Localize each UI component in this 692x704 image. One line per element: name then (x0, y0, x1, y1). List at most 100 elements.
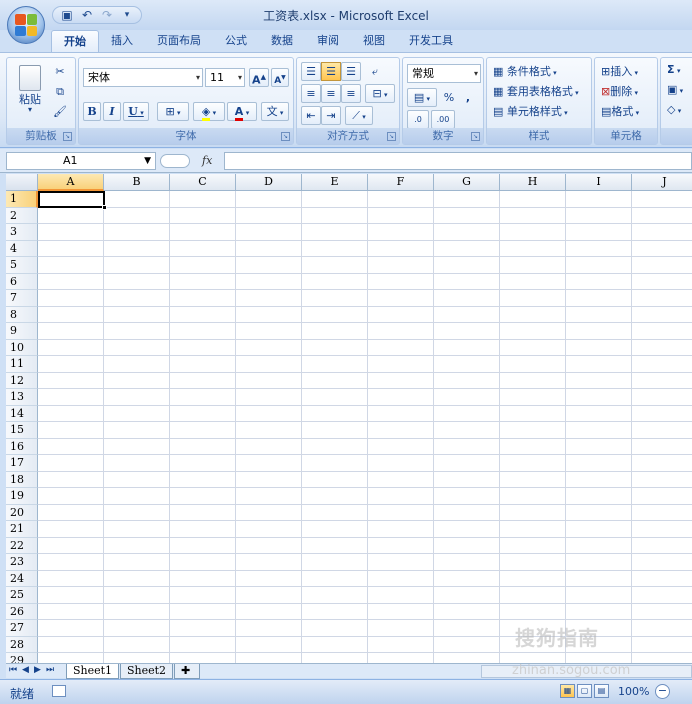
office-button[interactable] (7, 6, 45, 44)
row-header-29[interactable]: 29 (6, 653, 38, 663)
font-color-button[interactable]: A ▾ (227, 102, 257, 121)
dialog-launcher-icon[interactable]: ↘ (281, 132, 290, 141)
column-header-i[interactable]: I (566, 174, 632, 191)
cut-icon[interactable]: ✂ (51, 62, 69, 81)
row-header-8[interactable]: 8 (6, 306, 38, 323)
row-header-23[interactable]: 23 (6, 554, 38, 571)
bold-button[interactable]: B (83, 102, 101, 121)
row-header-1[interactable]: 1 (6, 191, 38, 208)
column-header-f[interactable]: F (368, 174, 434, 191)
row-header-19[interactable]: 19 (6, 488, 38, 505)
column-header-d[interactable]: D (236, 174, 302, 191)
format-painter-icon[interactable]: 🖌 (51, 102, 69, 121)
formula-bar-handle[interactable] (160, 154, 190, 168)
row-header-22[interactable]: 22 (6, 537, 38, 554)
horizontal-scrollbar[interactable]: zhinan.sogou.com (481, 663, 692, 678)
increase-decimal-button[interactable]: .0 (407, 110, 429, 129)
column-header-j[interactable]: J (632, 174, 692, 191)
zoom-out-icon[interactable]: − (655, 684, 670, 699)
redo-icon[interactable]: ↷ (99, 8, 115, 22)
conditional-format-button[interactable]: ▦ 条件格式 ▾ (493, 63, 557, 79)
column-header-e[interactable]: E (302, 174, 368, 191)
orientation-icon[interactable]: ⟋ ▾ (345, 106, 373, 125)
macro-record-icon[interactable] (52, 685, 66, 697)
delete-cells-button[interactable]: ⊠删除 ▾ (601, 83, 638, 99)
row-header-15[interactable]: 15 (6, 422, 38, 439)
decrease-indent-icon[interactable]: ⇤ (301, 106, 321, 125)
borders-button[interactable]: ⊞ ▾ (157, 102, 189, 121)
column-header-g[interactable]: G (434, 174, 500, 191)
font-name-combo[interactable]: 宋体 ▾ (83, 68, 203, 87)
first-sheet-icon[interactable]: ⏮ (9, 665, 17, 675)
row-header-25[interactable]: 25 (6, 587, 38, 604)
row-header-17[interactable]: 17 (6, 455, 38, 472)
row-header-13[interactable]: 13 (6, 389, 38, 406)
number-format-combo[interactable]: 常规 ▾ (407, 64, 481, 83)
increase-indent-icon[interactable]: ⇥ (321, 106, 341, 125)
shrink-font-button[interactable]: A▼ (271, 68, 289, 87)
select-all-corner[interactable] (6, 174, 38, 191)
sheet-tab-sheet2[interactable]: Sheet2 (120, 664, 174, 679)
tab-data[interactable]: 数据 (259, 30, 305, 52)
align-right-icon[interactable]: ≡ (341, 84, 361, 103)
column-header-a[interactable]: A (38, 174, 104, 191)
page-layout-view-icon[interactable]: ▢ (577, 684, 592, 698)
row-header-26[interactable]: 26 (6, 603, 38, 620)
column-header-c[interactable]: C (170, 174, 236, 191)
next-sheet-icon[interactable]: ▶ (34, 665, 41, 675)
row-header-7[interactable]: 7 (6, 290, 38, 307)
row-header-6[interactable]: 6 (6, 273, 38, 290)
undo-icon[interactable]: ↶ (79, 8, 95, 22)
dialog-launcher-icon[interactable]: ↘ (63, 132, 72, 141)
prev-sheet-icon[interactable]: ◀ (22, 665, 29, 675)
sheet-tab-sheet1[interactable]: Sheet1 (66, 664, 120, 679)
format-cells-button[interactable]: ▤格式 ▾ (601, 103, 639, 119)
insert-cells-button[interactable]: ⊞插入 ▾ (601, 63, 638, 79)
align-bottom-icon[interactable]: ☰ (341, 62, 361, 81)
tab-developer[interactable]: 开发工具 (397, 30, 465, 52)
insert-sheet-icon[interactable]: ✚ (174, 664, 200, 679)
customize-qat-icon[interactable]: ▾ (119, 8, 135, 22)
align-middle-icon[interactable]: ☰ (321, 62, 341, 81)
comma-button[interactable]: , (459, 88, 477, 107)
row-header-4[interactable]: 4 (6, 240, 38, 257)
spreadsheet-grid[interactable]: ABCDEFGHIJ 1 2 3 4 5 6 7 8 9 10 11 12 13 14 15 16 17 18 19… (6, 174, 692, 663)
column-header-h[interactable]: H (500, 174, 566, 191)
tab-page-layout[interactable]: 页面布局 (145, 30, 213, 52)
format-as-table-button[interactable]: ▦ 套用表格格式 ▾ (493, 83, 579, 99)
cell-styles-button[interactable]: ▤ 单元格样式 ▾ (493, 103, 568, 119)
fill-handle[interactable] (102, 205, 107, 210)
fill-icon[interactable]: ▣ ▾ (667, 83, 683, 96)
font-size-combo[interactable]: 11 ▾ (205, 68, 245, 87)
row-header-9[interactable]: 9 (6, 323, 38, 340)
row-header-14[interactable]: 14 (6, 405, 38, 422)
grow-font-button[interactable]: A▲ (249, 68, 269, 87)
align-center-icon[interactable]: ≡ (321, 84, 341, 103)
page-break-view-icon[interactable]: ▤ (594, 684, 609, 698)
save-icon[interactable]: ▣ (59, 8, 75, 22)
percent-button[interactable]: % (439, 88, 459, 107)
merge-center-icon[interactable]: ⊟ ▾ (365, 84, 395, 103)
row-header-2[interactable]: 2 (6, 207, 38, 224)
row-header-28[interactable]: 28 (6, 636, 38, 653)
zoom-level[interactable]: 100% (618, 685, 649, 698)
name-box[interactable]: A1 ▼ (6, 152, 156, 170)
row-header-27[interactable]: 27 (6, 620, 38, 637)
row-header-21[interactable]: 21 (6, 521, 38, 538)
align-left-icon[interactable]: ≡ (301, 84, 321, 103)
accounting-format-icon[interactable]: ▤ ▾ (407, 88, 437, 107)
row-header-10[interactable]: 10 (6, 339, 38, 356)
row-header-18[interactable]: 18 (6, 471, 38, 488)
row-header-20[interactable]: 20 (6, 504, 38, 521)
tab-home[interactable]: 开始 (51, 30, 99, 52)
row-header-24[interactable]: 24 (6, 570, 38, 587)
formula-input[interactable] (224, 152, 692, 170)
autosum-button[interactable]: Σ ▾ (667, 63, 680, 76)
italic-button[interactable]: I (103, 102, 121, 121)
row-header-12[interactable]: 12 (6, 372, 38, 389)
decrease-decimal-button[interactable]: .00 (431, 110, 455, 129)
last-sheet-icon[interactable]: ⏭ (46, 665, 54, 675)
paste-button[interactable]: 粘贴 ▾ (13, 62, 47, 118)
underline-button[interactable]: U ▾ (123, 102, 149, 121)
tab-formulas[interactable]: 公式 (213, 30, 259, 52)
